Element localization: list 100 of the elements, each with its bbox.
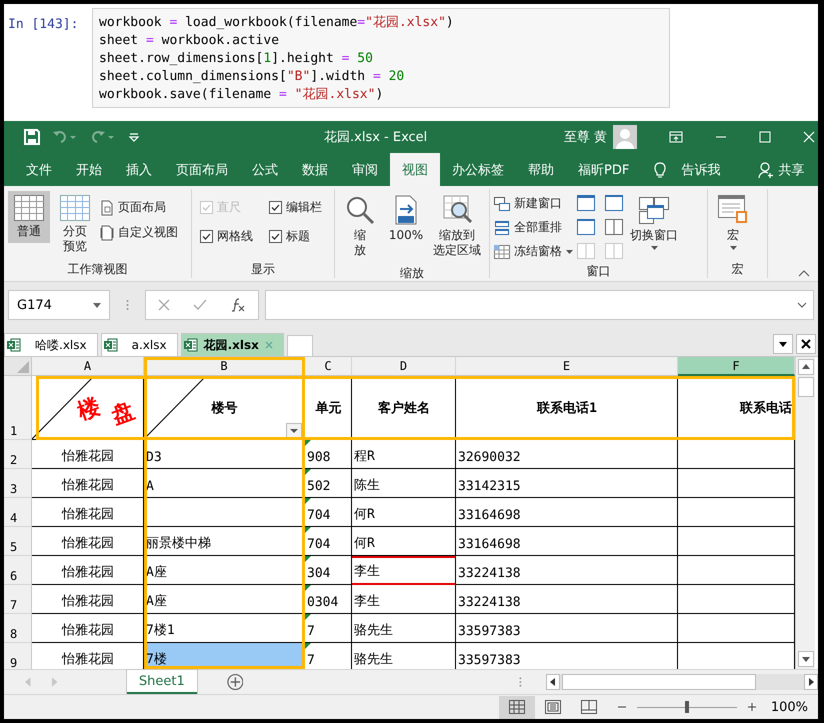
avatar-icon[interactable] — [613, 125, 638, 149]
column-header[interactable]: E — [456, 357, 678, 376]
table-cell[interactable]: 怡雅花园 — [32, 527, 144, 556]
code-cell[interactable]: workbook = load_workbook(filename="花园.xlsx") sheet = workbook.active sheet.row_dimensions[1].height = 50 sheet.column_dimensions["B"].width = 20 workbook.save(filename = "花园.xlsx") — [92, 8, 670, 108]
table-cell[interactable]: 单元 — [305, 376, 352, 440]
error-marker-icon[interactable] — [305, 614, 311, 620]
table-cell[interactable]: A座 — [144, 585, 305, 614]
table-cell[interactable]: 怡雅花园 — [32, 556, 144, 585]
table-cell[interactable]: 33164698 — [456, 527, 678, 556]
row-header[interactable]: 5 — [4, 527, 32, 556]
table-cell[interactable]: 陈生 — [352, 469, 456, 498]
table-cell[interactable]: 怡雅花园 — [32, 585, 144, 614]
window-layout-icon[interactable] — [605, 195, 623, 212]
view-button[interactable]: 普通 — [8, 191, 50, 243]
share-button[interactable]: 共享 — [778, 160, 804, 178]
window-button[interactable]: 全部重排 — [494, 219, 573, 236]
table-cell[interactable]: 丽景楼中梯 — [144, 527, 305, 556]
table-cell[interactable]: 33597383 — [456, 614, 678, 643]
window-layout-icon[interactable] — [577, 219, 595, 236]
person-add-icon[interactable] — [758, 160, 774, 178]
dropdown-icon[interactable] — [773, 334, 793, 354]
ribbon-tab[interactable]: 插入 — [114, 153, 164, 186]
table-cell[interactable]: 502 — [305, 469, 352, 498]
ribbon-tab[interactable]: 福昕PDF — [566, 153, 642, 186]
macro-button[interactable]: 宏 — [712, 191, 754, 254]
table-cell[interactable]: 楼号 — [144, 376, 305, 440]
column-header[interactable]: C — [305, 357, 352, 376]
collapse-ribbon-icon[interactable] — [798, 269, 810, 277]
column-header[interactable]: D — [352, 357, 456, 376]
scroll-down-icon[interactable] — [798, 651, 814, 667]
table-cell[interactable]: A座 — [144, 556, 305, 585]
table-cell[interactable]: 程R — [352, 440, 456, 469]
table-cell[interactable]: 怡雅花园 — [32, 440, 144, 469]
table-cell[interactable]: 908 — [305, 440, 352, 469]
switch-window-button[interactable]: 切换窗口 — [627, 191, 681, 254]
slider-thumb[interactable] — [684, 701, 689, 713]
zoom-button[interactable]: 缩放到选定区域 — [431, 191, 485, 262]
scroll-left-icon[interactable] — [546, 674, 560, 690]
ribbon-tab[interactable]: 数据 — [290, 153, 340, 186]
ribbon-options-icon[interactable] — [669, 131, 684, 143]
table-cell[interactable]: D3 — [144, 440, 305, 469]
table-cell[interactable]: 楼 盘 — [32, 376, 144, 440]
view-button[interactable]: 自定义视图 — [100, 224, 178, 241]
customize-icon[interactable] — [128, 131, 140, 143]
save-icon[interactable] — [24, 129, 40, 145]
row-header[interactable]: 8 — [4, 614, 32, 643]
error-marker-icon[interactable] — [305, 527, 311, 533]
table-cell[interactable]: 李生 — [352, 585, 456, 614]
table-cell[interactable]: 联系电话1 — [456, 376, 678, 440]
checkbox-icon[interactable] — [269, 230, 282, 243]
row-header[interactable]: 3 — [4, 469, 32, 498]
row-header[interactable]: 1 — [4, 376, 32, 440]
checkbox[interactable]: 编辑栏 — [269, 199, 326, 216]
error-marker-icon[interactable] — [305, 469, 311, 475]
table-cell[interactable]: 7 — [305, 614, 352, 643]
column-header[interactable]: A — [32, 357, 144, 376]
ribbon-tab[interactable]: 页面布局 — [164, 153, 240, 186]
table-cell[interactable]: 何R — [352, 498, 456, 527]
window-layout-icon[interactable] — [605, 219, 623, 236]
table-cell[interactable]: 32690032 — [456, 440, 678, 469]
close-icon[interactable] — [796, 334, 816, 354]
zoom-level[interactable]: 100% — [770, 700, 808, 714]
table-cell[interactable]: A — [144, 469, 305, 498]
tell-me-button[interactable]: 告诉我 — [681, 160, 720, 178]
scroll-up-icon[interactable] — [798, 359, 814, 375]
column-header[interactable]: F — [678, 357, 795, 376]
table-cell[interactable]: 0304 — [305, 585, 352, 614]
table-cell[interactable]: 怡雅花园 — [32, 614, 144, 643]
caret-icon[interactable] — [93, 302, 101, 308]
sheet-tab[interactable]: Sheet1 — [126, 670, 197, 694]
workbook-tab[interactable]: 哈喽.xlsx — [4, 333, 98, 356]
zoom-in-icon[interactable] — [746, 702, 757, 712]
ribbon-tab[interactable]: 办公标签 — [440, 153, 516, 186]
table-cell[interactable]: 骆先生 — [352, 614, 456, 643]
horizontal-scrollbar[interactable] — [546, 674, 818, 690]
table-cell[interactable]: 33164698 — [456, 498, 678, 527]
table-cell[interactable]: 704 — [305, 527, 352, 556]
error-marker-icon[interactable] — [305, 498, 311, 504]
scroll-thumb[interactable] — [798, 377, 814, 397]
ribbon-tab[interactable]: 公式 — [240, 153, 290, 186]
error-marker-icon[interactable] — [305, 440, 311, 446]
zoom-button[interactable]: 缩放 — [339, 191, 381, 262]
view-button[interactable]: 页面布局 — [100, 199, 178, 216]
formula-input[interactable] — [265, 290, 814, 320]
window-button[interactable]: 冻结窗格 — [494, 243, 573, 260]
checkbox[interactable]: 标题 — [269, 228, 326, 245]
table-cell[interactable]: 何R — [352, 527, 456, 556]
expand-icon[interactable] — [797, 302, 807, 308]
vertical-scrollbar[interactable] — [795, 357, 815, 669]
scroll-thumb[interactable] — [562, 674, 756, 690]
table-cell[interactable]: 怡雅花园 — [32, 498, 144, 527]
checkmark-icon[interactable] — [192, 299, 207, 311]
window-button[interactable]: 新建窗口 — [494, 195, 573, 212]
workbook-tab[interactable]: a.xlsx — [100, 333, 178, 356]
checkbox-icon[interactable] — [200, 230, 213, 243]
add-sheet-icon[interactable] — [226, 673, 244, 691]
table-cell[interactable]: 33224138 — [456, 585, 678, 614]
view-button[interactable]: 分页预览 — [54, 191, 96, 258]
error-marker-icon[interactable] — [305, 585, 311, 591]
workbook-tab[interactable]: 花园.xlsx — [180, 333, 284, 356]
